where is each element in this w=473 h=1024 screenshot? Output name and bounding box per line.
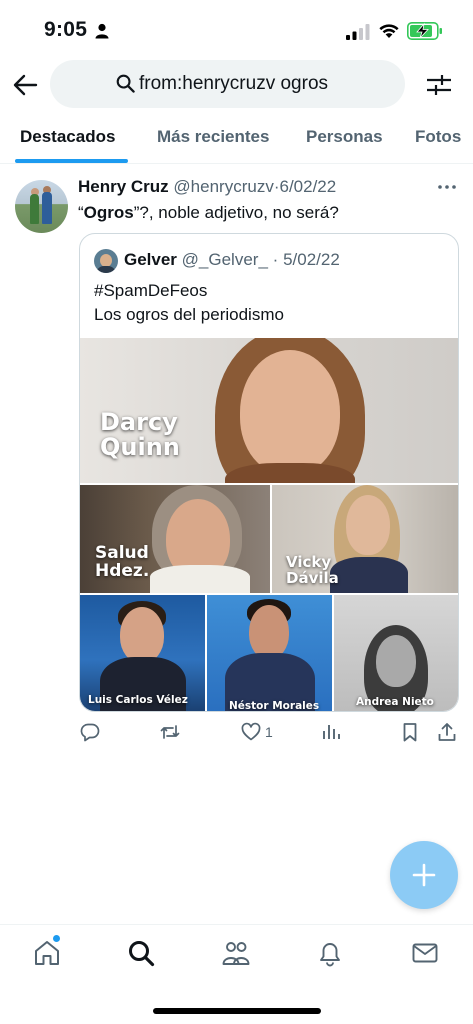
wifi-icon [379, 24, 399, 38]
quoted-tweet[interactable]: Gelver @_Gelver_ · 5/02/22 #SpamDeFeos L… [79, 233, 459, 712]
mail-icon[interactable] [411, 939, 439, 967]
quoted-header: Gelver @_Gelver_ · 5/02/22 [124, 250, 340, 270]
quoted-image[interactable]: Darcy Quinn Salud Hdez. Vicky Dávila Lui… [80, 338, 458, 712]
bookmark-icon[interactable] [400, 722, 420, 742]
avatar[interactable] [15, 180, 68, 233]
separator-dot: · [272, 250, 279, 269]
quoted-date: 5/02/22 [283, 250, 340, 269]
sliders-icon[interactable] [425, 72, 453, 98]
photo-salud-hernandez: Salud Hdez. [80, 485, 270, 593]
person-icon [95, 23, 109, 39]
label-luis: Luis Carlos Vélez [88, 694, 188, 706]
reply-icon[interactable] [80, 722, 100, 742]
tab-fotos[interactable]: Fotos [415, 127, 461, 147]
like-count: 1 [265, 724, 273, 740]
label-darcy: Darcy Quinn [100, 408, 180, 462]
home-indicator [153, 1008, 321, 1014]
explore-search-icon[interactable] [127, 939, 155, 967]
bell-icon[interactable] [316, 939, 344, 967]
tweet-author-name[interactable]: Henry Cruz [78, 177, 169, 196]
bottom-navigation [0, 924, 473, 1024]
tweet-author-handle[interactable]: @henrycruzv [173, 177, 273, 196]
tweet-header: Henry Cruz @henrycruzv·6/02/22 [78, 177, 336, 197]
quoted-author-name: Gelver [124, 250, 177, 269]
label-nestor: Néstor Morales [229, 700, 320, 712]
quoted-hashtag[interactable]: #SpamDeFeos [94, 281, 207, 301]
label-andrea: Andrea Nieto [356, 696, 434, 708]
search-tabs: Destacados Más recientes Personas Fotos [0, 112, 473, 164]
quoted-author-handle: @_Gelver_ [181, 250, 268, 269]
communities-people-icon[interactable] [222, 939, 250, 967]
status-bar: 9:05 [0, 0, 473, 58]
plus-icon [412, 863, 436, 887]
signal-icon [346, 24, 370, 40]
label-salud: Salud Hdez. [95, 543, 150, 581]
retweet-icon[interactable] [160, 722, 180, 742]
tweet-date[interactable]: 6/02/22 [280, 177, 337, 196]
analytics-icon[interactable] [321, 722, 341, 742]
quoted-avatar [94, 249, 118, 273]
search-query[interactable]: from:henrycruzv ogros [139, 73, 328, 95]
tweet-actions: 1 [0, 718, 473, 746]
compose-tweet-button[interactable] [390, 841, 458, 909]
label-vicky: Vicky Dávila [286, 553, 339, 587]
tab-destacados[interactable]: Destacados [20, 127, 115, 147]
home-icon[interactable] [33, 939, 61, 967]
photo-andrea-nieto: Andrea Nieto [334, 595, 458, 711]
photo-darcy-quinn: Darcy Quinn [80, 338, 458, 483]
photo-vicky-davila: Vicky Dávila [272, 485, 458, 593]
status-time: 9:05 [44, 18, 88, 41]
search-input[interactable]: from:henrycruzv ogros [50, 60, 405, 108]
search-icon [116, 74, 135, 93]
back-arrow-icon[interactable] [12, 72, 38, 98]
photo-luis-carlos-velez: Luis Carlos Vélez [80, 595, 205, 711]
tab-personas[interactable]: Personas [306, 127, 383, 147]
tab-mas-recientes[interactable]: Más recientes [157, 127, 269, 147]
heart-icon[interactable] [241, 722, 261, 742]
more-options-icon[interactable] [437, 177, 457, 197]
battery-charging-icon [407, 22, 442, 40]
tweet-text: “Ogros”?, noble adjetivo, no será? [78, 203, 339, 222]
active-tab-indicator [15, 159, 128, 163]
photo-nestor-morales: Néstor Morales [207, 595, 332, 712]
share-icon[interactable] [437, 722, 457, 742]
home-notification-dot [53, 935, 60, 942]
tweet-text-bold: Ogros [83, 203, 134, 222]
quoted-text: Los ogros del periodismo [94, 305, 284, 324]
